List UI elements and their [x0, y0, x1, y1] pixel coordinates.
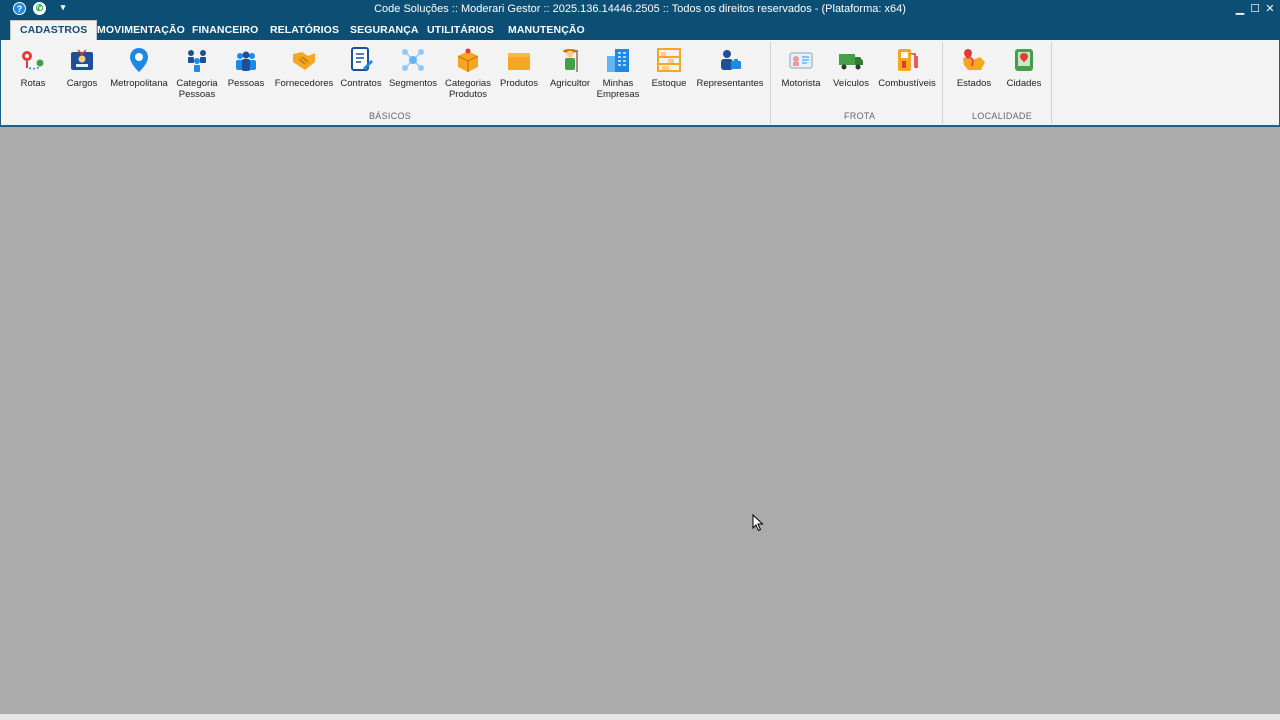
tab-movimentacao[interactable]: MOVIMENTAÇÃO: [88, 20, 194, 40]
fornecedores-label: Fornecedores: [274, 78, 334, 89]
handshake-icon: [290, 46, 318, 74]
people-icon: [232, 46, 260, 74]
building-icon: [604, 46, 632, 74]
veiculos-button[interactable]: Veículos: [830, 46, 872, 89]
cargos-label: Cargos: [66, 78, 98, 89]
tab-utilitarios[interactable]: UTILITÁRIOS: [418, 20, 503, 40]
motorista-label: Motorista: [781, 78, 821, 89]
agricultor-button[interactable]: Agricultor: [546, 46, 594, 89]
group-separator: [1051, 42, 1052, 124]
metropolitana-button[interactable]: Metropolitana: [108, 46, 170, 89]
group-separator: [942, 42, 943, 124]
combustiveis-label: Combustíveis: [878, 78, 936, 89]
combustiveis-button[interactable]: Combustíveis: [877, 46, 937, 89]
minimize-button[interactable]: ▁: [1233, 2, 1247, 16]
id-card-icon: [68, 46, 96, 74]
produtos-label: Produtos: [499, 78, 539, 89]
box-icon: [505, 46, 533, 74]
pessoas-button[interactable]: Pessoas: [227, 46, 265, 89]
tab-seguranca[interactable]: SEGURANÇA: [341, 20, 428, 40]
maximize-button[interactable]: ☐: [1248, 2, 1262, 16]
cidades-button[interactable]: Cidades: [1004, 46, 1044, 89]
minhas-empresas-label: Minhas Empresas: [596, 78, 640, 100]
cidades-label: Cidades: [1006, 78, 1042, 89]
ribbon-tabs: CADASTROS MOVIMENTAÇÃO FINANCEIRO RELATÓ…: [0, 20, 1280, 40]
segmentos-label: Segmentos: [388, 78, 438, 89]
tab-financeiro[interactable]: FINANCEIRO: [183, 20, 267, 40]
contratos-label: Contratos: [340, 78, 382, 89]
mdi-workspace[interactable]: [0, 128, 1280, 714]
status-bar: [0, 714, 1280, 720]
fornecedores-button[interactable]: Fornecedores: [273, 46, 335, 89]
group-label-basicos: BÁSICOS: [369, 111, 412, 121]
agricultor-label: Agricultor: [549, 78, 591, 89]
people-group-icon: [183, 46, 211, 74]
tab-relatorios[interactable]: RELATÓRIOS: [261, 20, 348, 40]
categoria-pessoas-label: Categoria Pessoas: [176, 78, 218, 100]
close-button[interactable]: ✕: [1263, 2, 1277, 16]
tab-manutencao[interactable]: MANUTENÇÃO: [499, 20, 594, 40]
group-separator: [770, 42, 771, 124]
box-category-icon: [454, 46, 482, 74]
categorias-produtos-button[interactable]: Categorias Produtos: [443, 46, 493, 100]
estoque-label: Estoque: [651, 78, 687, 89]
representative-icon: [716, 46, 744, 74]
representantes-button[interactable]: Representantes: [695, 46, 765, 89]
group-label-localidade: LOCALIDADE: [972, 111, 1033, 121]
categorias-produtos-label: Categorias Produtos: [445, 78, 491, 100]
minhas-empresas-button[interactable]: Minhas Empresas: [596, 46, 640, 100]
estoque-button[interactable]: Estoque: [649, 46, 689, 89]
metropolitana-label: Metropolitana: [110, 78, 168, 89]
segmentos-button[interactable]: Segmentos: [388, 46, 438, 89]
rotas-label: Rotas: [20, 78, 46, 89]
cargos-button[interactable]: Cargos: [64, 46, 100, 89]
estados-button[interactable]: Estados: [955, 46, 993, 89]
window-title: Code Soluções :: Moderari Gestor :: 2025…: [374, 3, 906, 15]
state-map-icon: [960, 46, 988, 74]
produtos-button[interactable]: Produtos: [498, 46, 540, 89]
contratos-button[interactable]: Contratos: [338, 46, 384, 89]
mouse-cursor-icon: [752, 513, 764, 537]
truck-icon: [837, 46, 865, 74]
map-pin-icon: [125, 46, 153, 74]
estados-label: Estados: [956, 78, 992, 89]
pessoas-label: Pessoas: [227, 78, 265, 89]
city-map-icon: [1010, 46, 1038, 74]
representantes-label: Representantes: [696, 78, 764, 89]
group-label-frota: FROTA: [844, 111, 876, 121]
shelf-icon: [655, 46, 683, 74]
rotas-button[interactable]: Rotas: [14, 46, 52, 89]
motorista-button[interactable]: Motorista: [779, 46, 823, 89]
tab-cadastros[interactable]: CADASTROS: [10, 20, 98, 40]
title-bar: ? ✆ ▾ Code Soluções :: Moderari Gestor :…: [0, 0, 1280, 20]
route-pin-icon: [19, 46, 47, 74]
veiculos-label: Veículos: [833, 78, 869, 89]
contract-icon: [347, 46, 375, 74]
driver-license-icon: [787, 46, 815, 74]
categoria-pessoas-button[interactable]: Categoria Pessoas: [175, 46, 219, 100]
fuel-pump-icon: [893, 46, 921, 74]
farmer-icon: [556, 46, 584, 74]
ribbon-panel: Rotas Cargos Metropolitana Categoria Pes…: [0, 40, 1280, 127]
network-icon: [399, 46, 427, 74]
